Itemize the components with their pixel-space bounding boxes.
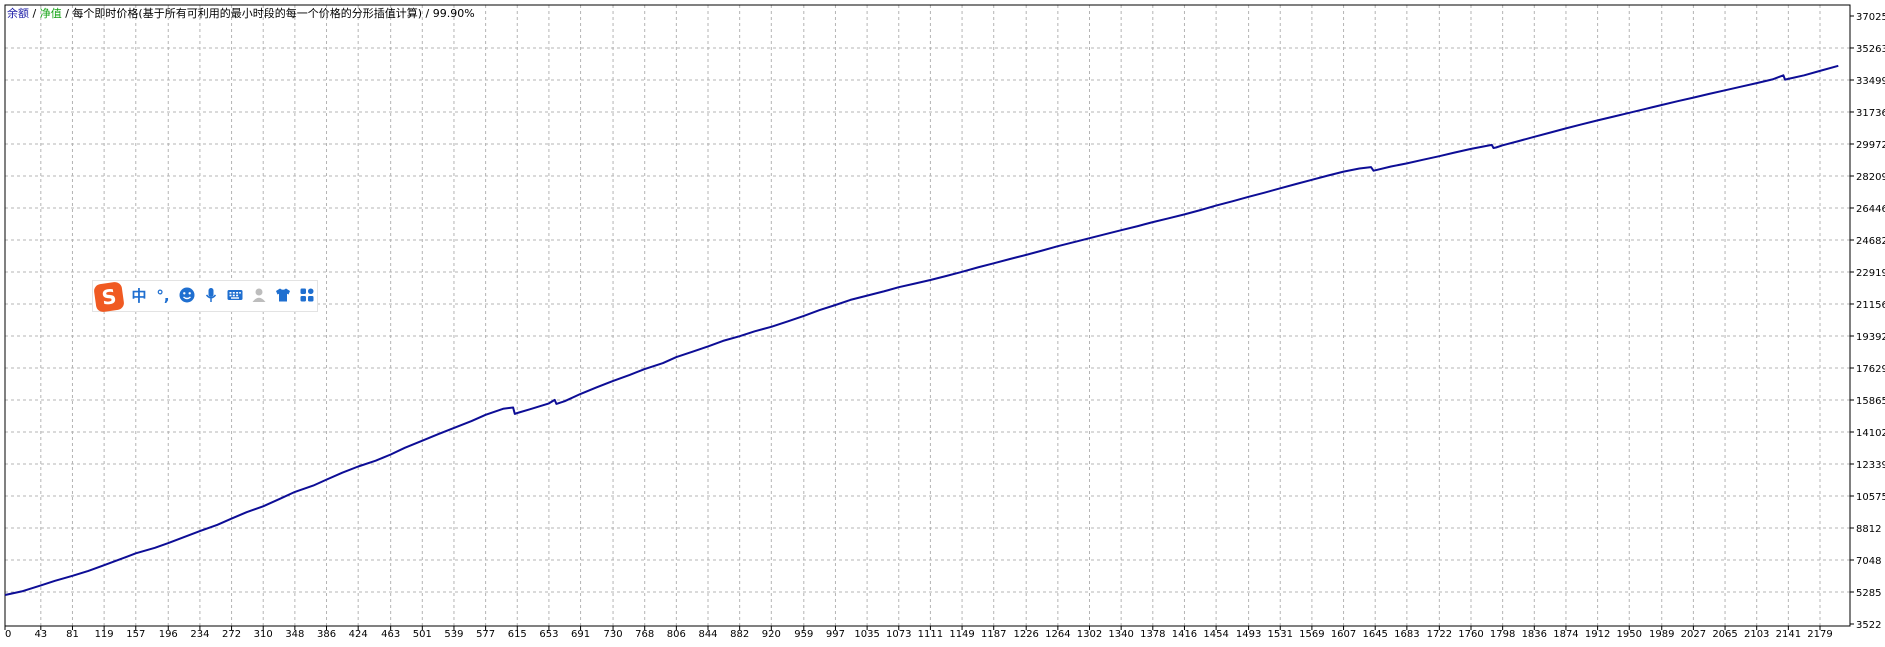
x-tick-label: 1035 [854, 629, 879, 640]
x-tick-label: 539 [444, 629, 463, 640]
y-tick-label: 35263 [1856, 44, 1885, 55]
chart: 3522 5285 7048 8812 10575 12339 14102 15865 1762… [0, 0, 1885, 643]
x-tick-label: 1302 [1077, 629, 1102, 640]
x-tick-label: 1836 [1522, 629, 1547, 640]
x-tick-label: 1722 [1427, 629, 1452, 640]
x-tick-label: 0 [5, 629, 11, 640]
x-tick-label: 1569 [1299, 629, 1324, 640]
y-tick-label: 33499 [1856, 76, 1885, 87]
x-tick-label: 348 [285, 629, 304, 640]
y-tick-label: 7048 [1856, 556, 1881, 567]
y-tick-label: 3522 [1856, 620, 1881, 631]
y-tick-label: 24682 [1856, 236, 1885, 247]
x-tick-label: 1226 [1013, 629, 1038, 640]
x-tick-label: 1645 [1362, 629, 1387, 640]
sogou-logo-icon[interactable]: S [93, 281, 125, 313]
keyboard-icon[interactable] [225, 286, 245, 306]
chart-legend: 余额 / 净值 / 每个即时价格(基于所有可利用的最小时段的每一个价格的分形插值… [7, 5, 475, 21]
x-tick-label: 157 [126, 629, 145, 640]
x-tick-label: 81 [66, 629, 79, 640]
x-tick-label: 196 [159, 629, 178, 640]
y-tick-label: 19392 [1856, 332, 1885, 343]
x-tick-label: 272 [222, 629, 241, 640]
microphone-icon[interactable] [201, 286, 221, 306]
y-tick-label: 17629 [1856, 364, 1885, 375]
legend-separator: / [425, 7, 430, 20]
y-tick-label: 26446 [1856, 204, 1885, 215]
x-tick-label: 806 [667, 629, 686, 640]
x-tick-label: 1607 [1331, 629, 1356, 640]
x-tick-label: 2103 [1744, 629, 1769, 640]
y-tick-label: 37025 [1856, 12, 1885, 23]
emoji-icon[interactable] [177, 286, 197, 306]
y-tick-label: 31736 [1856, 108, 1885, 119]
x-tick-label: 2065 [1712, 629, 1737, 640]
x-tick-label: 1950 [1617, 629, 1642, 640]
x-tick-label: 1416 [1172, 629, 1197, 640]
x-tick-label: 43 [34, 629, 47, 640]
skin-shirt-icon[interactable] [273, 286, 293, 306]
x-tick-label: 768 [635, 629, 654, 640]
y-tick-label: 14102 [1856, 428, 1885, 439]
x-tick-label: 501 [413, 629, 432, 640]
x-tick-label: 2141 [1776, 629, 1801, 640]
y-tick-label: 22919 [1856, 268, 1885, 279]
x-tick-label: 1798 [1490, 629, 1515, 640]
legend-balance: 余额 [7, 7, 29, 20]
punctuation-toggle[interactable]: °, [153, 286, 173, 306]
user-icon[interactable] [249, 286, 269, 306]
legend-quality: 99.90% [432, 7, 475, 20]
legend-equity: 净值 [39, 7, 62, 20]
x-tick-label: 1454 [1203, 629, 1228, 640]
x-tick-label: 1493 [1236, 629, 1261, 640]
legend-separator: / [32, 7, 37, 20]
x-tick-label: 1531 [1268, 629, 1293, 640]
apps-grid-icon[interactable] [297, 286, 317, 306]
x-tick-label: 1683 [1394, 629, 1419, 640]
y-tick-label: 21156 [1856, 300, 1885, 311]
legend-description: 每个即时价格(基于所有可利用的最小时段的每一个价格的分形插值计算) [72, 7, 423, 20]
y-tick-label: 29972 [1856, 140, 1885, 151]
x-tick-label: 2027 [1681, 629, 1706, 640]
x-tick-label: 959 [794, 629, 813, 640]
y-tick-label: 15865 [1856, 396, 1885, 407]
x-tick-label: 1989 [1649, 629, 1674, 640]
x-tick-label: 577 [476, 629, 495, 640]
x-tick-label: 615 [508, 629, 527, 640]
x-tick-label: 691 [571, 629, 590, 640]
x-tick-label: 2179 [1807, 629, 1832, 640]
x-tick-label: 844 [698, 629, 717, 640]
y-tick-label: 10575 [1856, 492, 1885, 503]
x-tick-label: 1378 [1140, 629, 1165, 640]
x-tick-label: 1340 [1108, 629, 1133, 640]
y-tick-label: 28209 [1856, 172, 1885, 183]
x-tick-label: 1073 [886, 629, 911, 640]
y-tick-label: 5285 [1856, 588, 1881, 599]
plot-background [0, 0, 1885, 643]
x-tick-label: 882 [730, 629, 749, 640]
x-tick-label: 1187 [981, 629, 1006, 640]
x-tick-label: 653 [539, 629, 558, 640]
x-tick-label: 1912 [1585, 629, 1610, 640]
x-tick-label: 730 [604, 629, 623, 640]
x-tick-label: 119 [95, 629, 114, 640]
legend-separator: / [65, 7, 69, 20]
x-tick-label: 920 [762, 629, 781, 640]
x-tick-label: 1149 [949, 629, 974, 640]
x-tick-label: 997 [826, 629, 845, 640]
x-tick-label: 1760 [1458, 629, 1483, 640]
x-tick-label: 424 [349, 629, 368, 640]
x-tick-label: 1111 [918, 629, 943, 640]
y-tick-label: 8812 [1856, 524, 1881, 535]
x-tick-label: 1264 [1045, 629, 1070, 640]
x-tick-label: 234 [190, 629, 209, 640]
x-tick-label: 386 [317, 629, 336, 640]
chart-canvas: 3522 5285 7048 8812 10575 12339 14102 15865 1762… [0, 0, 1885, 643]
x-tick-label: 463 [381, 629, 400, 640]
chinese-mode-toggle[interactable]: 中 [129, 286, 149, 306]
ime-toolbar[interactable]: S 中 °, [92, 280, 318, 313]
x-tick-label: 310 [254, 629, 273, 640]
x-tick-label: 1874 [1553, 629, 1578, 640]
y-tick-label: 12339 [1856, 460, 1885, 471]
